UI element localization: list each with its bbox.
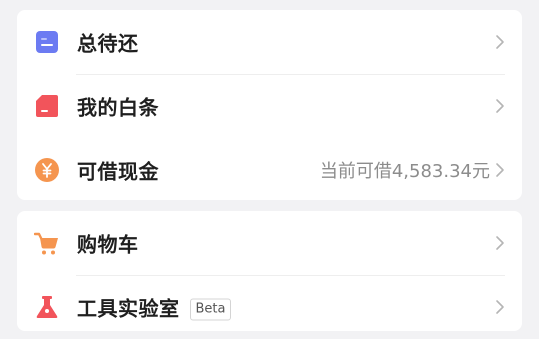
list-item-label: 我的白条 (77, 95, 159, 120)
chevron-right-icon (494, 235, 506, 251)
list-item-label: 购物车 (77, 232, 139, 257)
chevron-right-icon (494, 162, 506, 178)
list-item-shopping-cart[interactable]: 购物车 (17, 211, 522, 275)
flask-icon (34, 294, 60, 320)
list-item-label-group: 工具实验室 Beta (77, 293, 232, 322)
chevron-right-icon (494, 299, 506, 315)
yen-coin-icon (34, 157, 60, 183)
finance-card: 总待还 我的白条 可借现金 当前可借4,583.34元 (17, 10, 522, 200)
available-amount: 当前可借4,583.34元 (319, 161, 490, 182)
beta-badge: Beta (189, 298, 232, 321)
list-item-total-due[interactable]: 总待还 (17, 10, 522, 74)
tools-card: 购物车 工具实验室 Beta (17, 211, 522, 331)
list-item-label: 总待还 (77, 31, 139, 56)
shopping-cart-icon (34, 230, 60, 256)
bill-icon (34, 29, 60, 55)
chevron-right-icon (494, 98, 506, 114)
list-item-label: 工具实验室 (77, 296, 180, 321)
list-item-label: 可借现金 (77, 159, 159, 184)
list-item-my-baitiao[interactable]: 我的白条 (17, 74, 522, 138)
card-icon (34, 93, 60, 119)
list-item-tool-lab[interactable]: 工具实验室 Beta (17, 275, 522, 339)
list-item-borrow-cash[interactable]: 可借现金 当前可借4,583.34元 (17, 138, 522, 202)
chevron-right-icon (494, 34, 506, 50)
